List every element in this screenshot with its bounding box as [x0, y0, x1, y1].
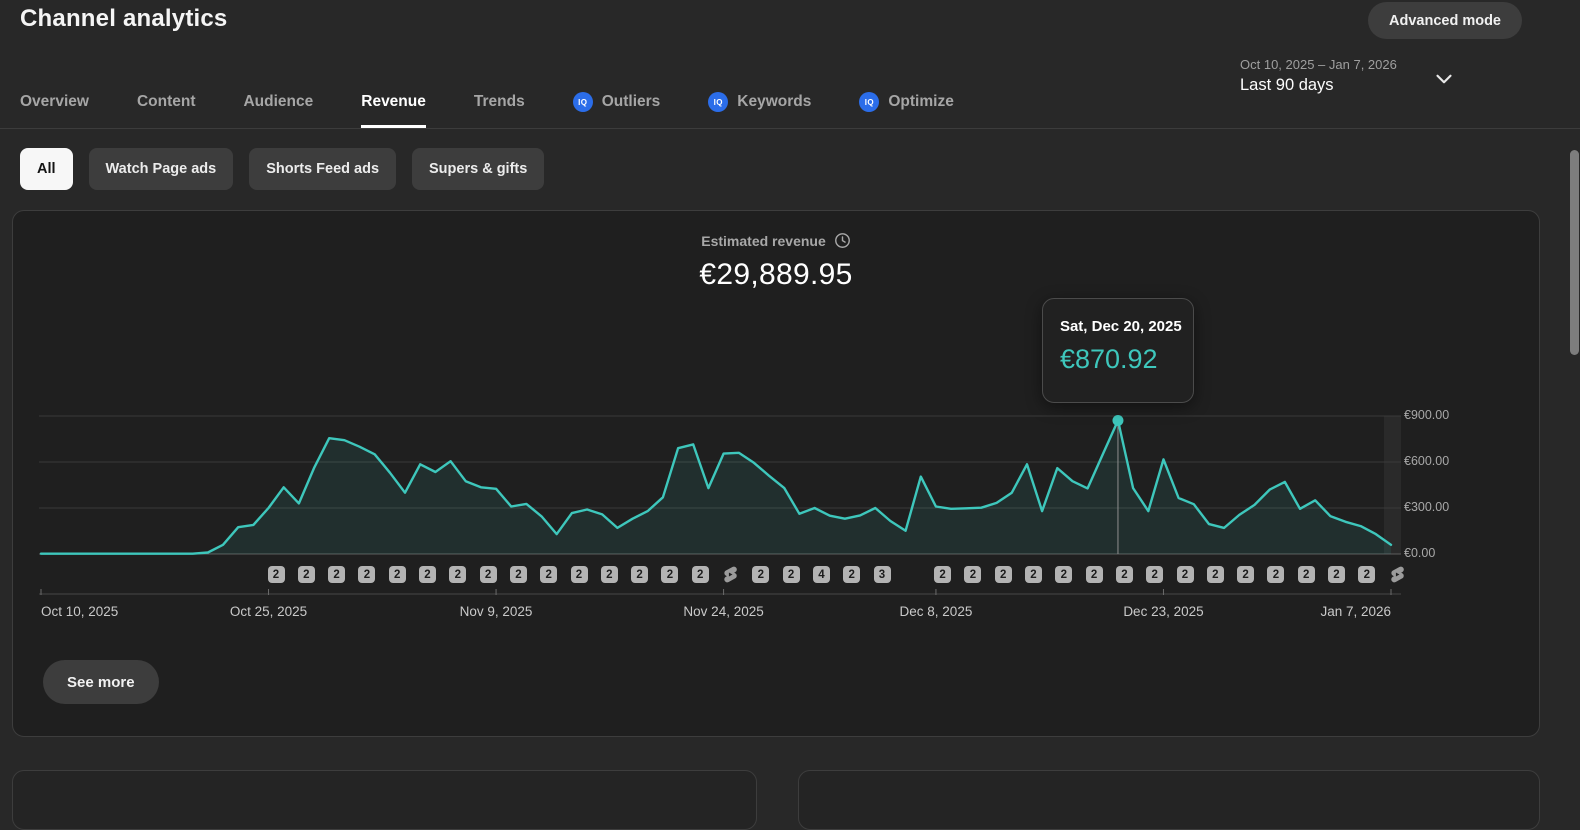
iq-badge-icon: IQ	[708, 92, 729, 112]
highlighted-data-point[interactable]	[1112, 414, 1124, 426]
filter-chip-watch-page-ads[interactable]: Watch Page ads	[88, 148, 234, 190]
tab-label: Revenue	[361, 93, 426, 110]
upload-marker[interactable]: 2	[449, 566, 467, 583]
y-axis-label: €0.00	[1404, 546, 1436, 560]
x-axis-label: Oct 25, 2025	[229, 604, 308, 619]
upload-marker[interactable]: 2	[691, 566, 709, 583]
tooltip-value: €870.92	[1059, 344, 1158, 374]
upload-marker[interactable]: 2	[1267, 566, 1285, 583]
y-axis-label: €600.00	[1404, 454, 1450, 468]
upload-marker[interactable]: 2	[570, 566, 588, 583]
tooltip-date: Sat, Dec 20, 2025	[1059, 318, 1182, 335]
upload-marker[interactable]: 2	[267, 566, 285, 583]
upload-marker[interactable]: 2	[631, 566, 649, 583]
tab-revenue[interactable]: Revenue	[361, 76, 426, 128]
upload-marker[interactable]: 2	[964, 566, 982, 583]
filter-chip-supers-gifts[interactable]: Supers & gifts	[412, 148, 545, 190]
page-title: Channel analytics	[20, 5, 228, 32]
channel-analytics-page: Channel analytics Advanced mode Overview…	[0, 0, 1580, 830]
advanced-mode-button[interactable]: Advanced mode	[1368, 2, 1522, 39]
upload-marker[interactable]: 2	[752, 566, 770, 583]
upload-marker[interactable]: 2	[388, 566, 406, 583]
tab-label: Keywords	[737, 93, 812, 110]
upload-marker[interactable]: 2	[297, 566, 315, 583]
y-axis-label: €300.00	[1404, 500, 1450, 514]
upload-marker[interactable]: 2	[661, 566, 679, 583]
x-axis-label: Dec 8, 2025	[899, 604, 973, 619]
upload-marker[interactable]: 2	[540, 566, 558, 583]
bottom-card-left	[12, 770, 757, 830]
upload-marker[interactable]: 2	[1146, 566, 1164, 583]
tab-label: Outliers	[601, 93, 661, 110]
shorts-upload-marker-icon[interactable]	[1388, 565, 1407, 584]
filter-chip-all[interactable]: All	[20, 148, 73, 190]
tab-outliers[interactable]: IQ Outliers	[572, 76, 661, 128]
filter-chip-shorts-feed-ads[interactable]: Shorts Feed ads	[249, 148, 397, 190]
bottom-card-right	[798, 770, 1540, 830]
upload-marker[interactable]: 2	[1328, 566, 1345, 583]
x-axis-label: Oct 10, 2025	[41, 604, 119, 619]
tab-label: Overview	[20, 93, 89, 110]
date-range-texts: Oct 10, 2025 – Jan 7, 2026 Last 90 days	[1240, 57, 1397, 95]
tab-optimize[interactable]: IQ Optimize	[859, 76, 954, 128]
upload-marker[interactable]: 2	[1206, 566, 1224, 583]
filter-chip-row: All Watch Page ads Shorts Feed ads Supers &…	[20, 148, 545, 190]
incomplete-data-band	[1384, 416, 1401, 554]
upload-marker[interactable]: 2	[358, 566, 376, 583]
upload-marker[interactable]: 2	[782, 566, 800, 583]
x-axis-label: Nov 24, 2025	[683, 604, 764, 619]
tab-overview[interactable]: Overview	[20, 76, 89, 128]
iq-badge-icon: IQ	[572, 92, 593, 112]
shorts-upload-marker-icon[interactable]	[721, 565, 740, 584]
x-axis-label: Nov 9, 2025	[459, 604, 533, 619]
scrollbar-thumb[interactable]	[1570, 150, 1579, 355]
upload-marker[interactable]: 2	[1085, 566, 1103, 583]
tab-label: Optimize	[888, 93, 954, 110]
tab-content[interactable]: Content	[137, 76, 196, 128]
upload-marker[interactable]: 2	[328, 566, 346, 583]
upload-marker[interactable]: 2	[1297, 566, 1315, 583]
iq-badge-icon: IQ	[859, 92, 880, 112]
upload-marker[interactable]: 2	[419, 566, 436, 583]
date-range-selector[interactable]: Oct 10, 2025 – Jan 7, 2026 Last 90 days	[1240, 57, 1457, 95]
revenue-line-chart[interactable]	[13, 211, 1541, 738]
upload-marker[interactable]: 2	[1358, 566, 1376, 583]
tab-label: Audience	[243, 93, 314, 110]
revenue-area-fill	[41, 420, 1391, 554]
upload-marker[interactable]: 2	[1176, 566, 1194, 583]
upload-marker[interactable]: 2	[600, 566, 618, 583]
upload-marker[interactable]: 2	[1237, 566, 1255, 583]
upload-marker[interactable]: 2	[1055, 566, 1073, 583]
y-axis-label: €900.00	[1404, 408, 1450, 422]
tab-label: Content	[136, 93, 196, 110]
upload-marker[interactable]: 2	[1115, 566, 1133, 583]
x-axis-label: Jan 7, 2026	[1320, 604, 1391, 619]
upload-marker[interactable]: 2	[843, 566, 861, 583]
x-axis-label: Dec 23, 2025	[1123, 604, 1204, 619]
tab-label: Trends	[473, 93, 525, 110]
date-range-text: Oct 10, 2025 – Jan 7, 2026	[1240, 57, 1397, 72]
estimated-revenue-card: Estimated revenue €29,889.95 Sat, Dec 20…	[12, 210, 1540, 737]
tab-audience[interactable]: Audience	[243, 76, 313, 128]
upload-marker[interactable]: 2	[1025, 566, 1042, 583]
upload-marker[interactable]: 2	[509, 566, 527, 583]
tab-trends[interactable]: Trends	[474, 76, 525, 128]
date-range-preset: Last 90 days	[1240, 76, 1334, 94]
upload-marker[interactable]: 3	[873, 566, 891, 583]
chevron-down-icon	[1436, 74, 1452, 84]
upload-marker[interactable]: 2	[479, 566, 497, 583]
upload-marker[interactable]: 2	[934, 566, 952, 583]
tab-keywords[interactable]: IQ Keywords	[708, 76, 811, 128]
see-more-button[interactable]: See more	[43, 660, 159, 704]
chart-tooltip: Sat, Dec 20, 2025 €870.92	[1041, 298, 1194, 403]
upload-marker[interactable]: 4	[812, 566, 830, 583]
upload-marker[interactable]: 2	[994, 566, 1012, 583]
